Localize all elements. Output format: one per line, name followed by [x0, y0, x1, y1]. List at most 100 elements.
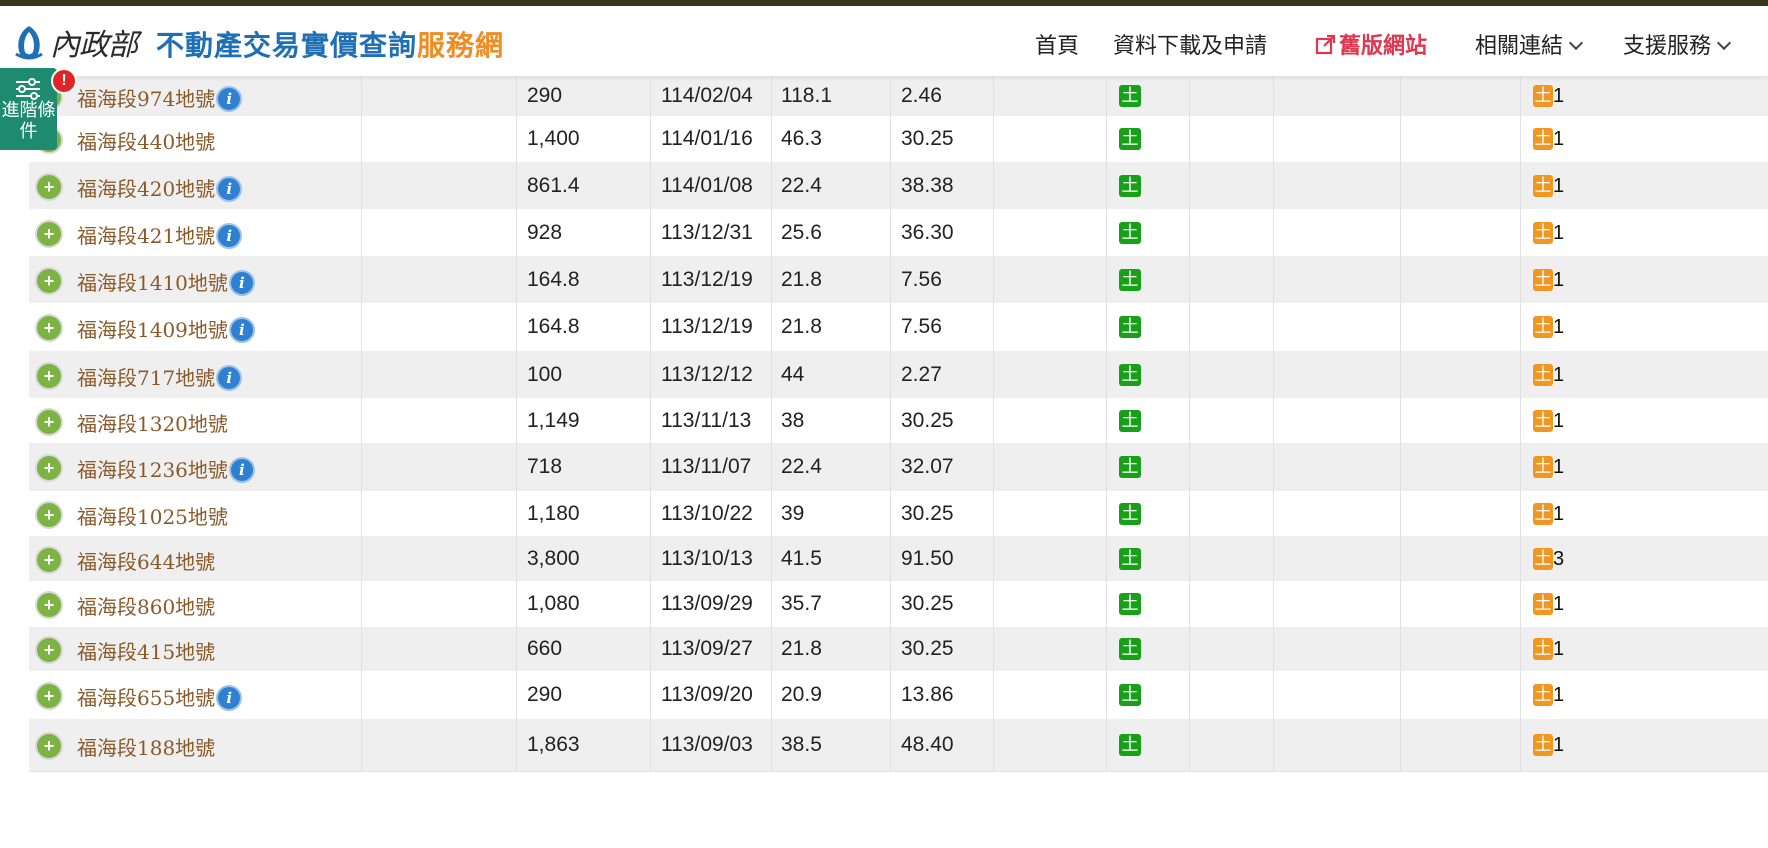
advanced-filter-button[interactable]: 進階條件: [0, 68, 57, 150]
expand-row-icon[interactable]: +: [35, 591, 63, 619]
land-parcel-badge-icon[interactable]: 土: [1533, 684, 1553, 706]
table-row[interactable]: + 福海段1410地號 i 164.8 113/12/19 21.8 7.56 土土 1: [29, 256, 1768, 304]
parcel-address-link[interactable]: 福海段717地號 i: [77, 362, 243, 393]
table-row[interactable]: + 福海段1409地號 i 164.8 113/12/19 21.8 7.56 土土 1: [29, 303, 1768, 352]
land-type-badge-icon[interactable]: 土: [1119, 85, 1141, 107]
table-row[interactable]: + 福海段860地號 1,080 113/09/29 35.7 30.25 土土 1: [29, 581, 1768, 628]
nav-home[interactable]: 首頁: [1035, 28, 1079, 60]
ministry-logo-icon[interactable]: [12, 24, 46, 60]
land-type-badge-icon[interactable]: 土: [1119, 364, 1141, 386]
table-row[interactable]: +福海段974地號i290114/02/04118.12.46土土1: [29, 76, 1768, 117]
parcel-address-text: 福海段717地號: [77, 366, 216, 390]
parcel-address-link[interactable]: 福海段655地號 i: [77, 682, 243, 713]
land-type-badge-icon[interactable]: 土: [1119, 316, 1141, 338]
land-type-badge-icon[interactable]: 土: [1119, 410, 1141, 432]
land-type-badge-icon[interactable]: 土: [1119, 175, 1141, 197]
info-icon[interactable]: i: [228, 316, 255, 343]
table-row[interactable]: + 福海段1320地號 1,149 113/11/13 38 30.25 土土 1: [29, 398, 1768, 444]
land-type-badge-icon[interactable]: 土: [1119, 593, 1141, 615]
table-row[interactable]: + 福海段1025地號 1,180 113/10/22 39 30.25 土土 1: [29, 491, 1768, 537]
parcel-address-link[interactable]: 福海段415地號: [77, 636, 215, 665]
land-type-badge-icon[interactable]: 土: [1119, 684, 1141, 706]
land-parcel-badge-icon[interactable]: 土: [1533, 175, 1553, 197]
table-row[interactable]: + 福海段1236地號 i 718 113/11/07 22.4 32.07 土土 1: [29, 443, 1768, 492]
parcel-address-link[interactable]: 福海段421地號 i: [77, 220, 243, 251]
land-parcel-badge-icon[interactable]: 土: [1533, 503, 1553, 525]
parcel-address-link[interactable]: 福海段860地號: [77, 591, 215, 620]
parcel-address-text: 福海段421地號: [77, 224, 216, 248]
land-parcel-badge-icon[interactable]: 土: [1533, 548, 1553, 570]
parcel-address-link[interactable]: 福海段1409地號 i: [77, 314, 255, 345]
nav-support[interactable]: 支援服務: [1623, 28, 1732, 60]
parcel-address-link[interactable]: 福海段420地號 i: [77, 173, 243, 204]
column-divider: [650, 116, 651, 162]
info-icon[interactable]: i: [228, 269, 255, 296]
land-parcel-badge-icon[interactable]: 土: [1533, 593, 1553, 615]
land-parcel-badge-icon[interactable]: 土: [1533, 85, 1553, 107]
expand-row-icon[interactable]: +: [35, 636, 63, 664]
unit-price-cell: 30.25: [901, 592, 954, 615]
expand-row-icon[interactable]: +: [35, 314, 63, 342]
land-parcel-badge-icon[interactable]: 土: [1533, 734, 1553, 756]
expand-row-icon[interactable]: +: [35, 501, 63, 529]
land-type-badge-icon[interactable]: 土: [1119, 503, 1141, 525]
land-parcel-badge-icon[interactable]: 土: [1533, 128, 1553, 150]
site-title[interactable]: 不動產交易實價查詢服務網: [156, 24, 504, 64]
land-type-badge-icon[interactable]: 土: [1119, 222, 1141, 244]
expand-row-icon[interactable]: +: [35, 220, 63, 248]
ministry-logo-text[interactable]: 內政部: [50, 20, 138, 64]
column-divider: [1273, 443, 1274, 491]
column-divider: [1520, 303, 1521, 351]
table-row[interactable]: +福海段440地號1,400114/01/1646.330.25土土1: [29, 116, 1768, 163]
column-divider: [1189, 398, 1190, 443]
info-icon[interactable]: i: [216, 85, 243, 112]
land-parcel-badge-icon[interactable]: 土: [1533, 638, 1553, 660]
land-type-badge-icon[interactable]: 土: [1119, 269, 1141, 291]
expand-row-icon[interactable]: +: [35, 267, 63, 295]
table-row[interactable]: + 福海段415地號 660 113/09/27 21.8 30.25 土土 1: [29, 627, 1768, 672]
nav-support-label: 支援服務: [1623, 33, 1712, 58]
parcel-address-link[interactable]: 福海段974地號 i: [77, 83, 243, 114]
info-icon[interactable]: i: [216, 684, 243, 711]
land-type-badge-icon[interactable]: 土: [1119, 548, 1141, 570]
expand-row-icon[interactable]: +: [35, 173, 63, 201]
parcel-address-link[interactable]: 福海段1410地號 i: [77, 267, 255, 298]
table-row[interactable]: + 福海段188地號 1,863 113/09/03 38.5 48.40 土土 1: [29, 719, 1768, 772]
area-cell: 44: [781, 363, 805, 386]
info-icon[interactable]: i: [216, 364, 243, 391]
info-icon[interactable]: i: [216, 222, 243, 249]
expand-row-icon[interactable]: +: [35, 408, 63, 436]
land-parcel-badge-icon[interactable]: 土: [1533, 269, 1553, 291]
land-type-badge-icon[interactable]: 土: [1119, 638, 1141, 660]
info-icon[interactable]: i: [228, 456, 255, 483]
table-row[interactable]: + 福海段421地號 i 928 113/12/31 25.6 36.30 土土 1: [29, 209, 1768, 257]
land-parcel-badge-icon[interactable]: 土: [1533, 456, 1553, 478]
table-row[interactable]: + 福海段644地號 3,800 113/10/13 41.5 91.50 土土 3: [29, 536, 1768, 582]
nav-related-links[interactable]: 相關連結: [1475, 28, 1584, 60]
parcel-address-link[interactable]: 福海段188地號: [77, 732, 215, 761]
nav-old-site[interactable]: 舊版網站: [1315, 28, 1427, 60]
total-price-cell: 3,800: [527, 547, 580, 570]
info-icon[interactable]: i: [216, 175, 243, 202]
table-row[interactable]: + 福海段420地號 i 861.4 114/01/08 22.4 38.38 土土 1: [29, 162, 1768, 210]
land-parcel-badge-icon[interactable]: 土: [1533, 222, 1553, 244]
land-type-badge-icon[interactable]: 土: [1119, 456, 1141, 478]
parcel-address-link[interactable]: 福海段440地號: [77, 126, 215, 155]
land-type-badge-icon[interactable]: 土: [1119, 128, 1141, 150]
expand-row-icon[interactable]: +: [35, 362, 63, 390]
expand-row-icon[interactable]: +: [35, 682, 63, 710]
land-type-badge-icon[interactable]: 土: [1119, 734, 1141, 756]
parcel-address-link[interactable]: 福海段644地號: [77, 546, 215, 575]
table-row[interactable]: + 福海段655地號 i 290 113/09/20 20.9 13.86 土土 1: [29, 671, 1768, 720]
land-parcel-badge-icon[interactable]: 土: [1533, 364, 1553, 386]
parcel-address-link[interactable]: 福海段1236地號 i: [77, 454, 255, 485]
table-row[interactable]: + 福海段717地號 i 100 113/12/12 44 2.27 土土 1: [29, 351, 1768, 399]
parcel-address-link[interactable]: 福海段1025地號: [77, 501, 228, 530]
expand-row-icon[interactable]: +: [35, 454, 63, 482]
expand-row-icon[interactable]: +: [35, 732, 63, 760]
nav-download[interactable]: 資料下載及申請: [1113, 28, 1267, 60]
expand-row-icon[interactable]: +: [35, 546, 63, 574]
parcel-address-link[interactable]: 福海段1320地號: [77, 408, 228, 437]
land-parcel-badge-icon[interactable]: 土: [1533, 410, 1553, 432]
land-parcel-badge-icon[interactable]: 土: [1533, 316, 1553, 338]
